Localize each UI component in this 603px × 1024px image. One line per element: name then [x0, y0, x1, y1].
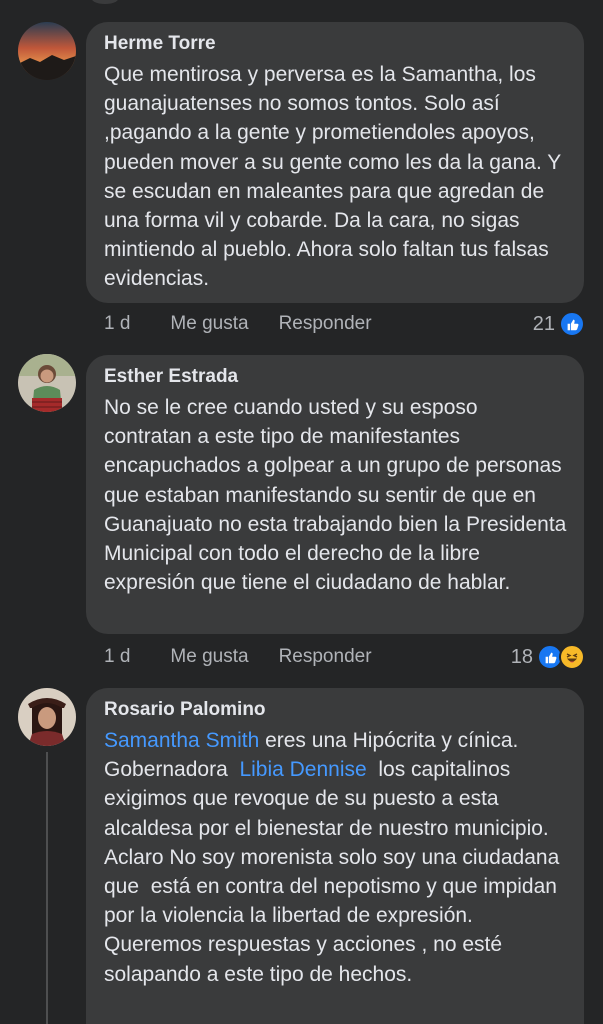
comment-text: Samantha Smith eres una Hipócrita y cíni… [104, 726, 568, 989]
reply-thread-line [46, 752, 48, 1024]
haha-reaction-icon [559, 644, 585, 670]
comment-bubble: Esther Estrada No se le cree cuando uste… [86, 355, 584, 634]
reaction-summary[interactable]: 18 [511, 644, 585, 670]
reaction-summary[interactable]: 21 [533, 311, 585, 337]
avatar[interactable] [18, 354, 76, 412]
reply-button[interactable]: Responder [279, 313, 372, 335]
comment-author[interactable]: Herme Torre [104, 32, 568, 56]
avatar[interactable] [18, 688, 76, 746]
avatar[interactable] [18, 22, 76, 80]
comment-text: No se le cree cuando usted y su esposo c… [104, 396, 567, 595]
comment-bubble: Herme Torre Que mentirosa y perversa es … [86, 22, 584, 303]
like-button[interactable]: Me gusta [170, 646, 248, 668]
comment-actions: 1 d Me gusta Responder [104, 646, 372, 668]
comment-text-part: los capitalinos exigimos que revoque de … [104, 758, 566, 986]
reply-button[interactable]: Responder [279, 646, 372, 668]
like-button[interactable]: Me gusta [170, 313, 248, 335]
previous-reaction-remnant [92, 0, 118, 4]
mention-link[interactable]: Samantha Smith [104, 729, 259, 752]
like-reaction-icon [559, 311, 585, 337]
comment-bubble: Rosario Palomino Samantha Smith eres una… [86, 688, 584, 1024]
mention-link[interactable]: Libia Dennise [239, 758, 366, 781]
comment-time[interactable]: 1 d [104, 313, 130, 335]
comment-time[interactable]: 1 d [104, 646, 130, 668]
comment-author[interactable]: Esther Estrada [104, 365, 568, 389]
comment-text: Que mentirosa y perversa es la Samantha,… [104, 63, 561, 291]
comment-actions: 1 d Me gusta Responder [104, 313, 372, 335]
reaction-count: 18 [510, 645, 533, 668]
reaction-count: 21 [532, 312, 555, 335]
comment-author[interactable]: Rosario Palomino [104, 698, 568, 722]
